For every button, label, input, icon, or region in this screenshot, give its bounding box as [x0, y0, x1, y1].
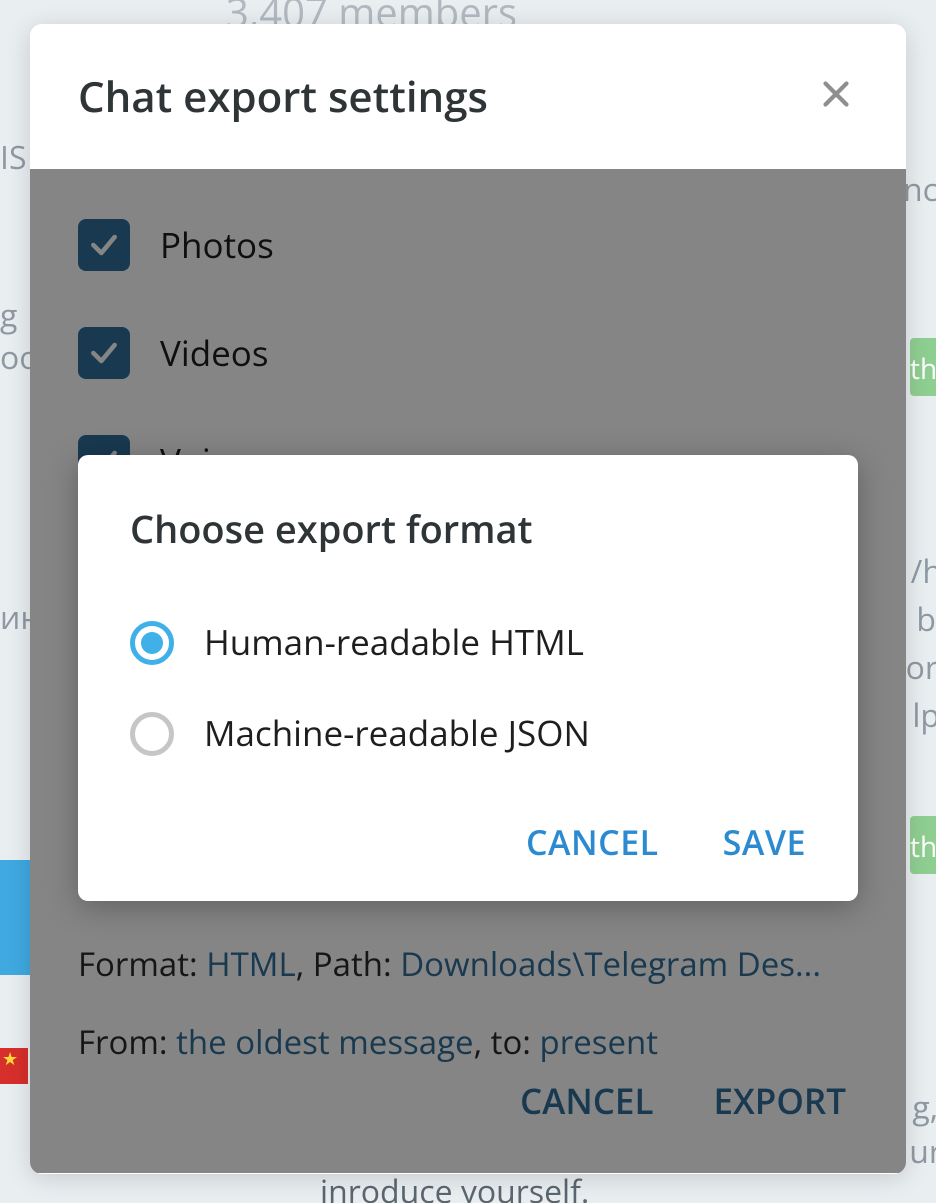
- bg-frag: IS: [0, 136, 26, 179]
- bg-frag: g,: [912, 1086, 936, 1129]
- format-option-html[interactable]: Human-readable HTML: [130, 597, 806, 688]
- flag-icon: [0, 1048, 28, 1084]
- export-format-dialog: Choose export format Human-readable HTML…: [78, 455, 858, 901]
- sub-cancel-button[interactable]: CANCEL: [526, 819, 659, 865]
- bg-frag: /h: [911, 550, 936, 593]
- bg-message-bubble: th: [910, 816, 936, 874]
- sub-save-button[interactable]: SAVE: [723, 819, 806, 865]
- bg-frag: inroduce yourself.: [320, 1170, 589, 1203]
- dialog-header: Chat export settings: [30, 24, 906, 169]
- close-button[interactable]: [814, 72, 858, 121]
- dialog-body: Photos Videos Voice messages Format: HTM…: [30, 169, 906, 1173]
- radio-unselected[interactable]: [130, 712, 174, 756]
- radio-label: Human-readable HTML: [204, 619, 584, 666]
- radio-selected[interactable]: [130, 621, 174, 665]
- bg-text: th: [910, 350, 936, 388]
- bg-frag: b: [916, 598, 936, 641]
- bg-message-bubble: th: [910, 338, 936, 396]
- sub-dialog-actions: CANCEL SAVE: [130, 819, 806, 865]
- close-icon: [818, 76, 854, 112]
- sub-dialog-title: Choose export format: [130, 503, 806, 555]
- bg-frag: nc: [903, 168, 936, 211]
- format-option-json[interactable]: Machine-readable JSON: [130, 688, 806, 779]
- radio-label: Machine-readable JSON: [204, 710, 590, 757]
- bg-selection: [0, 860, 30, 975]
- export-settings-dialog: Chat export settings Photos Videos: [30, 24, 906, 1174]
- bg-frag: g: [0, 294, 17, 337]
- bg-frag: or: [906, 646, 936, 689]
- dialog-title: Chat export settings: [78, 68, 488, 125]
- bg-frag: lp: [912, 694, 936, 737]
- bg-frag: ur: [909, 1130, 936, 1173]
- bg-text: th: [910, 828, 936, 866]
